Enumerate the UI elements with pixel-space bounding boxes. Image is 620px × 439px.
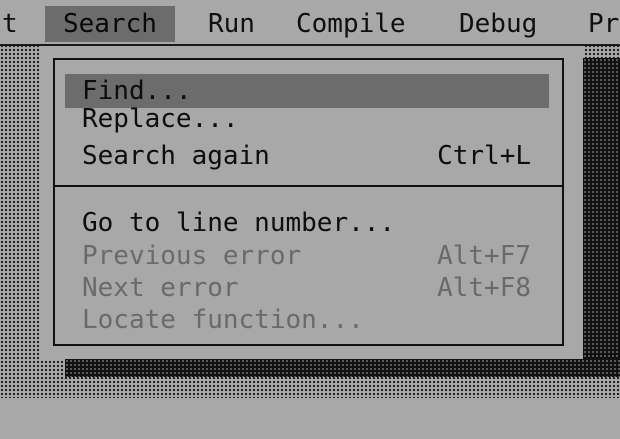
- menu-bar: t Search Run Compile Debug Pr: [0, 0, 620, 46]
- menu-item-label: Locate function...: [82, 305, 364, 335]
- menu-item-shortcut: Alt+F7: [437, 241, 531, 271]
- menu-item-go-to-line[interactable]: Go to line number...: [65, 206, 549, 240]
- menu-item-search-again[interactable]: Search again Ctrl+L: [65, 139, 549, 173]
- menu-item-shortcut: Ctrl+L: [437, 141, 531, 171]
- menu-search[interactable]: Search: [45, 6, 175, 42]
- menu-item-replace[interactable]: Replace...: [65, 102, 549, 136]
- menu-item-previous-error: Previous error Alt+F7: [65, 239, 549, 273]
- menu-item-label: Search again: [82, 141, 270, 171]
- menu-run[interactable]: Run: [208, 6, 255, 42]
- menu-item-label: Next error: [82, 273, 239, 303]
- menu-compile[interactable]: Compile: [296, 6, 406, 42]
- menu-item-label: Replace...: [82, 104, 239, 134]
- menu-item-label: Go to line number...: [82, 208, 396, 238]
- menu-debug[interactable]: Debug: [459, 6, 537, 42]
- menu-frame: Find... Replace... Search again Ctrl+L G…: [53, 58, 564, 346]
- menu-item-label: Previous error: [82, 241, 302, 271]
- menu-edit-partial[interactable]: t: [2, 6, 18, 42]
- search-dropdown-menu: Find... Replace... Search again Ctrl+L G…: [39, 46, 583, 359]
- dropdown-shadow-right: [583, 58, 620, 367]
- menu-project-partial[interactable]: Pr: [588, 6, 619, 42]
- menu-item-shortcut: Alt+F8: [437, 273, 531, 303]
- menu-item-locate-function: Locate function...: [65, 303, 549, 337]
- menu-item-next-error: Next error Alt+F8: [65, 271, 549, 305]
